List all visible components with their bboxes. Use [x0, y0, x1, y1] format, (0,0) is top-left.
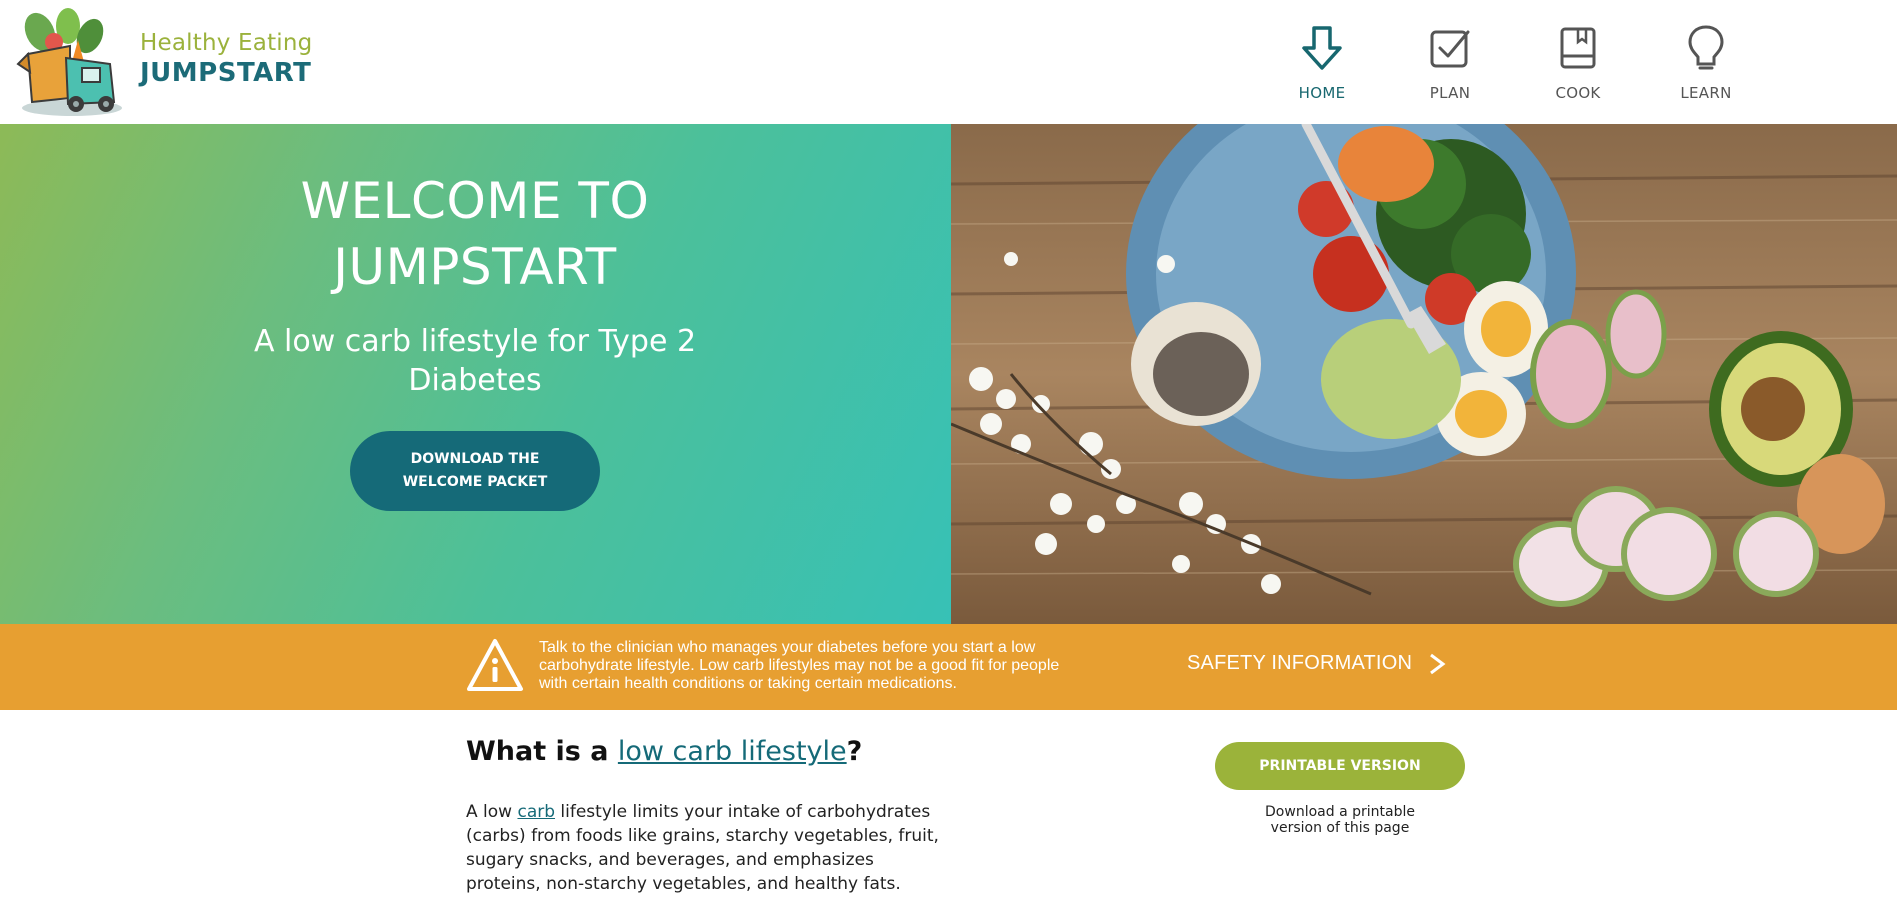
jumpstart-logo[interactable]: [10, 6, 126, 120]
site-header: Healthy Eating JUMPSTART HOME PLAN COOK …: [0, 0, 1897, 124]
hero-panel: WELCOME TO JUMPSTART A low carb lifestyl…: [0, 124, 951, 624]
nav-label-learn: LEARN: [1680, 84, 1732, 102]
nav-label-plan: PLAN: [1429, 84, 1471, 102]
brand-line-2: JUMPSTART: [140, 58, 312, 88]
nav-item-home[interactable]: HOME: [1258, 24, 1386, 102]
main-nav: HOME PLAN COOK LEARN: [1258, 24, 1770, 102]
heading-prefix: What is a: [466, 736, 618, 767]
hero-title: WELCOME TO JUMPSTART: [300, 172, 650, 296]
food-plate-photo: [951, 124, 1897, 624]
checkbox-icon: [1426, 24, 1474, 72]
carb-link[interactable]: carb: [517, 802, 555, 822]
safety-link-label: SAFETY INFORMATION: [1187, 652, 1413, 674]
lightbulb-icon: [1682, 24, 1730, 72]
printable-version-button[interactable]: PRINTABLE VERSION: [1215, 742, 1465, 790]
nav-label-cook: COOK: [1555, 84, 1601, 102]
section-heading: What is a low carb lifestyle?: [466, 736, 862, 767]
brand-line-1: Healthy Eating: [140, 30, 313, 56]
arrow-down-icon: [1298, 24, 1346, 72]
safety-message: Talk to the clinician who manages your d…: [539, 639, 1060, 692]
nav-item-learn[interactable]: LEARN: [1642, 24, 1770, 102]
body-prefix: A low: [466, 802, 518, 822]
nav-item-cook[interactable]: COOK: [1514, 24, 1642, 102]
heading-suffix: ?: [846, 736, 863, 767]
hero-section: WELCOME TO JUMPSTART A low carb lifestyl…: [0, 124, 1897, 624]
safety-information-link[interactable]: SAFETY INFORMATION: [1187, 652, 1446, 675]
nav-label-home: HOME: [1298, 84, 1346, 102]
cookbook-icon: [1554, 24, 1602, 72]
safety-banner: Talk to the clinician who manages your d…: [0, 624, 1897, 710]
section-body: A low carb lifestyle limits your intake …: [466, 800, 946, 896]
download-welcome-packet-button[interactable]: DOWNLOAD THE WELCOME PACKET: [350, 431, 600, 511]
chevron-right-icon: [1430, 653, 1446, 674]
hero-subtitle: A low carb lifestyle for Type 2 Diabetes: [253, 324, 697, 398]
low-carb-lifestyle-link[interactable]: low carb lifestyle: [618, 736, 847, 767]
warning-icon: [466, 637, 524, 695]
printable-version-note: Download a printable version of this pag…: [1265, 804, 1415, 836]
brand-wordmark[interactable]: Healthy Eating JUMPSTART: [140, 30, 312, 88]
nav-item-plan[interactable]: PLAN: [1386, 24, 1514, 102]
